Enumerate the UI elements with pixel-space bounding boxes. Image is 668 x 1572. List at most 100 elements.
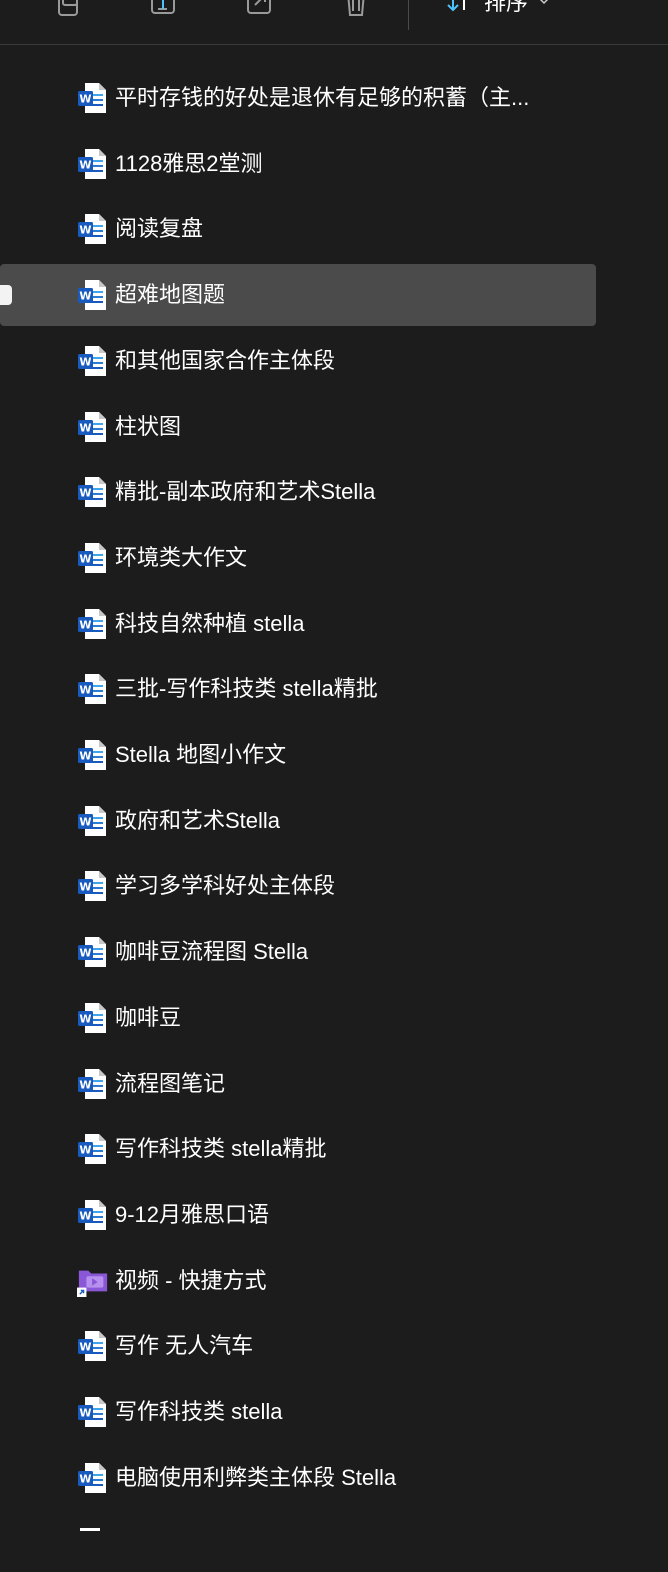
list-item[interactable]: W 流程图笔记 [0, 1053, 596, 1115]
list-item[interactable]: W 咖啡豆流程图 Stella [0, 921, 596, 983]
file-name: 1128雅思2堂测 [115, 150, 263, 176]
list-item[interactable]: W 9-12月雅思口语 [0, 1184, 596, 1246]
svg-text:W: W [79, 224, 91, 237]
svg-text:W: W [79, 1144, 91, 1157]
svg-text:W: W [79, 290, 91, 303]
file-name: 环境类大作文 [115, 544, 248, 570]
svg-text:W: W [79, 487, 91, 500]
svg-text:W: W [79, 158, 91, 171]
svg-text:W: W [79, 881, 91, 894]
word-document-icon: W [77, 1462, 107, 1494]
file-name: 学习多学科好处主体段 [115, 873, 336, 899]
chevron-down-icon [539, 0, 549, 5]
word-document-icon: W [77, 476, 107, 508]
word-document-icon: W [77, 542, 107, 574]
list-item[interactable]: W 电脑使用利弊类主体段 Stella [0, 1447, 596, 1509]
list-item[interactable]: W 写作科技类 stella [0, 1381, 596, 1443]
file-list: W 平时存钱的好处是退休有足够的积蓄（主... W 1128雅思2堂测 W 阅读… [0, 0, 668, 1572]
svg-text:W: W [79, 552, 91, 565]
rename-icon [151, 0, 175, 14]
file-name: 咖啡豆流程图 Stella [115, 939, 309, 965]
list-item[interactable]: W Stella 地图小作文 [0, 724, 596, 786]
file-name: 科技自然种植 stella [115, 610, 305, 636]
selection-checkbox[interactable] [0, 285, 12, 306]
file-name: 三批-写作科技类 stella精批 [115, 676, 378, 702]
list-item[interactable]: W 环境类大作文 [0, 527, 596, 589]
word-document-icon: W [77, 1330, 107, 1362]
word-document-icon: W [77, 1133, 107, 1165]
copy-icon [58, 0, 78, 16]
word-document-icon: W [77, 411, 107, 443]
svg-text:W: W [79, 421, 91, 434]
list-item[interactable]: W 超难地图题 [0, 264, 596, 327]
file-name: 和其他国家合作主体段 [115, 347, 336, 373]
list-item[interactable]: W 1128雅思2堂测 [0, 133, 596, 195]
file-name: 9-12月雅思口语 [115, 1201, 270, 1227]
sort-button[interactable]: 排序 [444, 0, 550, 18]
word-document-icon: W [77, 213, 107, 245]
file-name: Stella 地图小作文 [115, 742, 287, 767]
more-icon: ··· [614, 0, 639, 9]
file-name: 视频 - 快捷方式 [115, 1267, 267, 1293]
list-item[interactable]: W 阅读复盘 [0, 198, 596, 260]
file-name: 阅读复盘 [115, 216, 204, 242]
file-name: 写作 无人汽车 [115, 1333, 254, 1359]
svg-text:W: W [79, 93, 91, 106]
rename-button[interactable] [148, 0, 180, 18]
svg-text:W: W [79, 750, 91, 763]
word-document-icon: W [77, 673, 107, 705]
svg-text:W: W [79, 355, 91, 368]
svg-text:W: W [79, 1209, 91, 1222]
svg-text:W: W [79, 1407, 91, 1420]
video-shortcut-icon [77, 1265, 108, 1297]
more-button[interactable]: ··· [614, 0, 639, 10]
word-document-icon: W [77, 82, 107, 114]
word-document-icon: W [77, 936, 107, 968]
list-item[interactable]: W 柱状图 [0, 396, 596, 458]
share-icon [247, 0, 271, 14]
svg-text:W: W [79, 684, 91, 697]
word-document-icon: W [77, 1199, 107, 1231]
share-button[interactable] [244, 0, 276, 18]
file-name: 流程图笔记 [115, 1070, 226, 1096]
word-document-icon: W [77, 345, 107, 377]
list-item[interactable]: W 写作科技类 stella精批 [0, 1118, 596, 1180]
file-name: 写作科技类 stella [115, 1399, 283, 1424]
sort-label: 排序 [484, 0, 529, 15]
list-item[interactable]: W 写作 无人汽车 [0, 1315, 596, 1377]
file-name: 柱状图 [115, 413, 182, 439]
list-item[interactable]: W 咖啡豆 [0, 987, 596, 1049]
list-item[interactable]: W 精批-副本政府和艺术Stella [0, 461, 596, 523]
file-name: 平时存钱的好处是退休有足够的积蓄（主... [115, 85, 530, 110]
sort-icon [447, 0, 465, 12]
list-item[interactable]: W 和其他国家合作主体段 [0, 330, 596, 392]
svg-text:W: W [79, 1472, 91, 1485]
list-item[interactable]: W 三批-写作科技类 stella精批 [0, 658, 596, 720]
file-name: 政府和艺术Stella [115, 807, 281, 833]
svg-text:W: W [79, 815, 91, 828]
list-item[interactable]: W 政府和艺术Stella [0, 790, 596, 852]
word-document-icon: W [77, 608, 107, 640]
list-item[interactable]: W 科技自然种植 stella [0, 593, 596, 655]
copy-button[interactable] [52, 0, 84, 18]
svg-text:W: W [79, 947, 91, 960]
list-item[interactable]: 视频 - 快捷方式 [0, 1250, 596, 1312]
toolbar-separator [408, 0, 409, 30]
delete-button[interactable] [340, 0, 372, 18]
word-document-icon: W [77, 1068, 107, 1100]
word-document-icon: W [77, 739, 107, 771]
list-item[interactable]: W 学习多学科好处主体段 [0, 855, 596, 917]
file-name: 咖啡豆 [115, 1004, 182, 1030]
list-item[interactable]: W 平时存钱的好处是退休有足够的积蓄（主... [0, 67, 596, 129]
file-name: 超难地图题 [115, 282, 226, 308]
word-document-icon: W [77, 279, 107, 311]
file-name: 精批-副本政府和艺术Stella [115, 479, 376, 505]
word-document-icon: W [77, 870, 107, 902]
file-name: 电脑使用利弊类主体段 Stella [115, 1464, 397, 1490]
svg-text:W: W [79, 618, 91, 631]
word-document-icon: W [77, 805, 107, 837]
word-document-icon: W [77, 148, 107, 180]
file-name: 写作科技类 stella精批 [115, 1136, 327, 1162]
word-document-icon: W [77, 1002, 107, 1034]
svg-text:W: W [79, 1012, 91, 1025]
